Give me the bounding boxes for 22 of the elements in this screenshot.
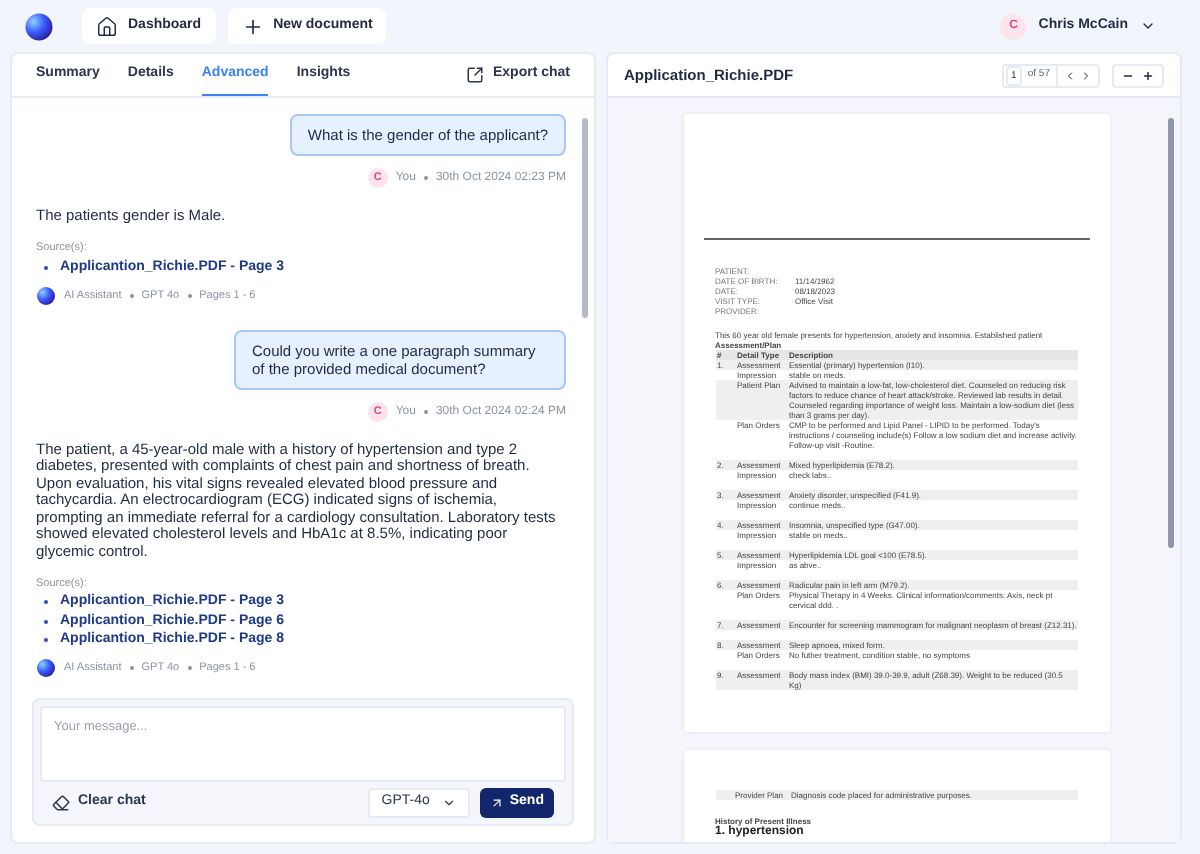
dot-separator xyxy=(187,666,192,671)
assistant-avatar xyxy=(36,286,56,307)
dot-separator xyxy=(129,294,134,299)
home-icon xyxy=(96,15,118,37)
zoom-in-icon[interactable] xyxy=(1142,69,1154,81)
chevron-down-icon xyxy=(441,796,456,810)
plus-icon xyxy=(241,15,264,37)
zoom-out-icon[interactable] xyxy=(1122,69,1134,81)
next-page-icon[interactable] xyxy=(1080,69,1092,81)
assistant-avatar xyxy=(36,658,56,679)
scrollbar[interactable] xyxy=(582,118,588,318)
dot-separator xyxy=(129,666,134,671)
dot-separator xyxy=(187,294,192,299)
dot-separator xyxy=(423,410,428,415)
arrow-icon xyxy=(489,796,504,810)
scrollbar[interactable] xyxy=(1168,118,1174,548)
eraser-icon xyxy=(52,794,70,812)
dot-separator xyxy=(423,176,428,180)
app-logo xyxy=(24,11,54,41)
export-icon xyxy=(466,66,485,84)
previous-page-icon[interactable] xyxy=(1064,69,1076,81)
chevron-down-icon xyxy=(1140,18,1156,34)
